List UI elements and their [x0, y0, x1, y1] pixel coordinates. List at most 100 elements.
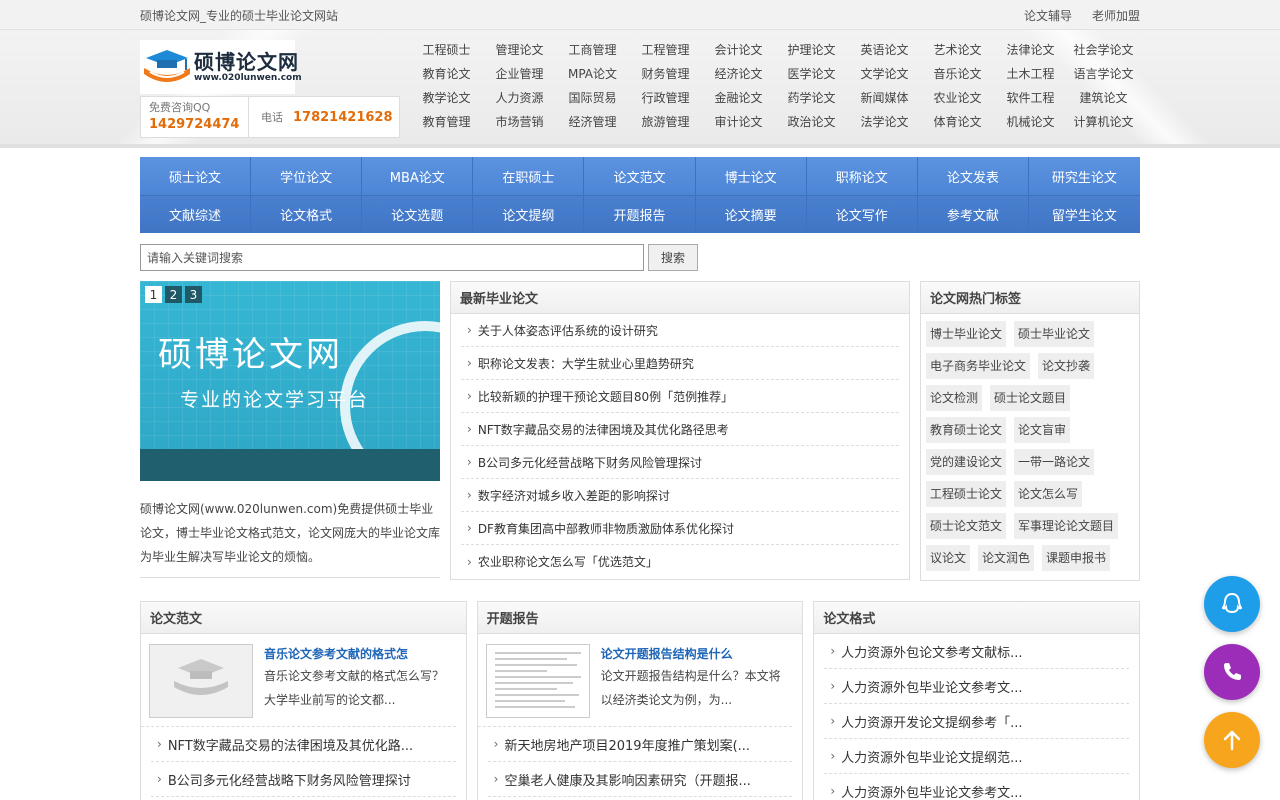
tag-item[interactable]: 论文盲审: [1014, 417, 1071, 443]
list-item[interactable]: › 新天地房地产项目2019年度推广策划案(...: [487, 727, 793, 762]
tag-item[interactable]: 军事理论论文题目: [1014, 513, 1119, 539]
category-link[interactable]: 法学论文: [848, 110, 921, 134]
nav-item[interactable]: 论文选题: [362, 196, 474, 233]
category-link[interactable]: 计算机论文: [1067, 110, 1140, 134]
tag-item[interactable]: 硕士毕业论文: [1014, 321, 1095, 347]
tag-item[interactable]: 党的建设论文: [926, 449, 1007, 475]
nav-item[interactable]: 论文格式: [251, 196, 363, 233]
list-item[interactable]: › NFT数字藏品交易的法律困境及其优化路径思考: [461, 413, 899, 446]
tag-item[interactable]: 博士毕业论文: [926, 321, 1007, 347]
tag-item[interactable]: 教育硕士论文: [926, 417, 1007, 443]
link-teacher-join[interactable]: 老师加盟: [1092, 7, 1140, 24]
list-item[interactable]: › B公司多元化经营战略下财务风险管理探讨: [151, 762, 456, 797]
category-link[interactable]: 财务管理: [629, 62, 702, 86]
article-thumbnail[interactable]: [485, 644, 590, 718]
tag-item[interactable]: 电子商务毕业论文: [926, 353, 1031, 379]
tag-item[interactable]: 论文怎么写: [1014, 481, 1083, 507]
tag-item[interactable]: 议论文: [926, 545, 971, 571]
phone-button[interactable]: [1204, 644, 1260, 700]
category-link[interactable]: 管理论文: [483, 38, 556, 62]
search-input[interactable]: [140, 244, 644, 271]
featured-article-title[interactable]: 论文开题报告结构是什么: [601, 644, 785, 664]
nav-item[interactable]: 开题报告: [584, 196, 696, 233]
list-item[interactable]: › 人力资源外包论文参考文献标...: [824, 634, 1130, 669]
tag-item[interactable]: 论文检测: [926, 385, 983, 411]
category-link[interactable]: 英语论文: [848, 38, 921, 62]
tag-item[interactable]: 硕士论文范文: [926, 513, 1007, 539]
list-item[interactable]: › 人力资源开发论文提纲参考「...: [824, 704, 1130, 739]
list-item[interactable]: › 关于人体姿态评估系统的设计研究: [461, 314, 899, 347]
category-link[interactable]: 人力资源: [483, 86, 556, 110]
list-item[interactable]: › 农业职称论文怎么写「优选范文」: [461, 545, 899, 578]
category-link[interactable]: 工程硕士: [410, 38, 483, 62]
nav-item[interactable]: 研究生论文: [1029, 157, 1140, 195]
category-link[interactable]: 音乐论文: [921, 62, 994, 86]
list-item[interactable]: › 人力资源外包毕业论文提纲范...: [824, 739, 1130, 774]
tag-item[interactable]: 一带一路论文: [1014, 449, 1095, 475]
tag-item[interactable]: 论文抄袭: [1038, 353, 1095, 379]
banner-page-3[interactable]: 3: [185, 286, 202, 303]
category-link[interactable]: 新闻媒体: [848, 86, 921, 110]
featured-article-title[interactable]: 音乐论文参考文献的格式怎: [264, 644, 448, 664]
nav-item[interactable]: 参考文献: [918, 196, 1029, 233]
link-tutoring[interactable]: 论文辅导: [1024, 7, 1072, 24]
contact-tel[interactable]: 电话 17821421628: [249, 97, 399, 137]
category-link[interactable]: 行政管理: [629, 86, 702, 110]
list-item[interactable]: › 人力资源外包毕业论文参考文...: [824, 774, 1129, 800]
category-link[interactable]: 会计论文: [702, 38, 775, 62]
featured-article[interactable]: 音乐论文参考文献的格式怎 音乐论文参考文献的格式怎么写？大学毕业前写的论文都..…: [141, 634, 456, 727]
list-item[interactable]: › DF教育集团高中部教师非物质激励体系优化探讨: [461, 512, 899, 545]
category-link[interactable]: 农业论文: [921, 86, 994, 110]
category-link[interactable]: 国际贸易: [556, 86, 629, 110]
category-link[interactable]: 经济管理: [556, 110, 629, 134]
nav-item[interactable]: 学位论文: [251, 157, 363, 195]
nav-item[interactable]: 职称论文: [807, 157, 918, 195]
list-item[interactable]: › 职称论文发表：大学生就业心里趋势研究: [461, 347, 899, 380]
nav-item[interactable]: 论文范文: [584, 157, 696, 195]
nav-item[interactable]: 论文摘要: [696, 196, 807, 233]
category-link[interactable]: 教育论文: [410, 62, 483, 86]
category-link[interactable]: 语言学论文: [1067, 62, 1140, 86]
nav-item[interactable]: 在职硕士: [473, 157, 585, 195]
category-link[interactable]: 教学论文: [410, 86, 483, 110]
tag-item[interactable]: 硕士论文题目: [990, 385, 1071, 411]
article-thumbnail[interactable]: [149, 644, 253, 718]
category-link[interactable]: 工程管理: [629, 38, 702, 62]
category-link[interactable]: 建筑论文: [1067, 86, 1140, 110]
category-link[interactable]: 工商管理: [556, 38, 629, 62]
nav-item[interactable]: 论文写作: [807, 196, 918, 233]
banner-slider[interactable]: 1 2 3 硕博论文网 专业的论文学习平台: [140, 281, 440, 481]
tag-item[interactable]: 课题申报书: [1042, 545, 1111, 571]
list-item[interactable]: › NFT数字藏品交易的法律困境及其优化路...: [151, 727, 456, 762]
search-button[interactable]: 搜索: [648, 244, 698, 271]
banner-page-1[interactable]: 1: [145, 286, 162, 303]
nav-item[interactable]: 论文提纲: [473, 196, 585, 233]
nav-item[interactable]: 文献综述: [140, 196, 252, 233]
list-item[interactable]: › 数字经济对城乡收入差距的影响探讨: [461, 479, 899, 512]
category-link[interactable]: 土木工程: [994, 62, 1067, 86]
category-link[interactable]: 教育管理: [410, 110, 483, 134]
category-link[interactable]: 社会学论文: [1067, 38, 1140, 62]
list-item[interactable]: › B公司多元化经营战略下财务风险管理探讨: [461, 446, 899, 479]
tag-item[interactable]: 工程硕士论文: [926, 481, 1007, 507]
category-link[interactable]: 文学论文: [848, 62, 921, 86]
featured-article[interactable]: 论文开题报告结构是什么 论文开题报告结构是什么？本文将以经济类论文为例，为...: [477, 634, 793, 727]
list-item[interactable]: › 空巢老人健康及其影响因素研究（开题报...: [487, 762, 793, 797]
category-link[interactable]: 金融论文: [702, 86, 775, 110]
category-link[interactable]: 艺术论文: [921, 38, 994, 62]
category-link[interactable]: MPA论文: [556, 62, 629, 86]
nav-item[interactable]: MBA论文: [362, 157, 474, 195]
site-logo[interactable]: 硕博论文网 www.020lunwen.com: [140, 40, 302, 94]
list-item[interactable]: › 人力资源外包毕业论文参考文...: [824, 669, 1130, 704]
category-link[interactable]: 旅游管理: [629, 110, 702, 134]
back-to-top-button[interactable]: [1204, 712, 1260, 768]
category-link[interactable]: 审计论文: [702, 110, 775, 134]
category-link[interactable]: 护理论文: [775, 38, 848, 62]
category-link[interactable]: 市场营销: [483, 110, 556, 134]
category-link[interactable]: 企业管理: [483, 62, 556, 86]
contact-qq[interactable]: 免费咨询QQ 1429724474: [141, 97, 249, 137]
nav-item[interactable]: 留学生论文: [1029, 196, 1140, 233]
category-link[interactable]: 软件工程: [994, 86, 1067, 110]
category-link[interactable]: 医学论文: [775, 62, 848, 86]
banner-page-2[interactable]: 2: [165, 286, 182, 303]
